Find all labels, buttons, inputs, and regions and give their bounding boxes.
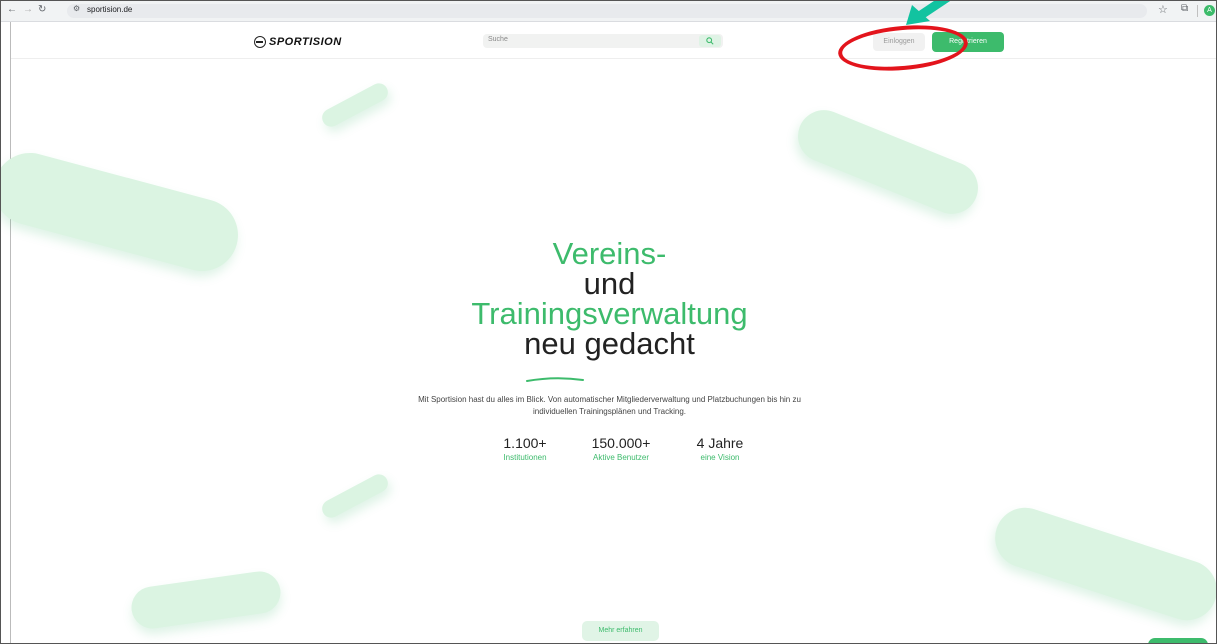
stat-value: 4 Jahre bbox=[696, 435, 744, 451]
hero-word-neu: neu bbox=[524, 326, 576, 361]
stat-institutions: 1.100+ Institutionen bbox=[487, 435, 563, 462]
decorative-pill bbox=[318, 471, 392, 521]
browser-toolbar: ← → ↻ ⚙ sportision.de ☆ ⧉ A bbox=[1, 1, 1216, 22]
decorative-pill bbox=[128, 568, 284, 632]
search-input[interactable]: Suche bbox=[488, 36, 508, 43]
decorative-pill bbox=[790, 102, 986, 222]
address-bar-url[interactable]: sportision.de bbox=[87, 5, 132, 14]
decorative-pill bbox=[318, 80, 392, 130]
search-button[interactable] bbox=[699, 35, 721, 47]
floating-action-button[interactable] bbox=[1148, 638, 1208, 643]
back-arrow-icon[interactable]: ← bbox=[7, 4, 17, 15]
stat-value: 150.000+ bbox=[591, 435, 651, 451]
site-logo[interactable]: SPORTISION bbox=[254, 36, 342, 48]
reload-icon[interactable]: ↻ bbox=[38, 4, 46, 15]
learn-more-button[interactable]: Mehr erfahren bbox=[582, 621, 659, 641]
search-bar[interactable]: Suche bbox=[483, 34, 723, 48]
search-icon bbox=[706, 37, 714, 45]
description-line-1: Mit Sportision hast du alles im Blick. V… bbox=[418, 395, 801, 404]
stat-active-users: 150.000+ Aktive Benutzer bbox=[573, 435, 669, 462]
bookmark-star-icon[interactable]: ☆ bbox=[1158, 3, 1168, 16]
site-settings-icon[interactable]: ⚙ bbox=[73, 4, 80, 13]
extensions-icon[interactable]: ⧉ bbox=[1181, 3, 1188, 14]
forward-arrow-icon[interactable]: → bbox=[23, 4, 33, 15]
hero-line-1: Vereins- bbox=[552, 236, 667, 271]
stat-label: Institutionen bbox=[503, 453, 547, 462]
stat-label: eine Vision bbox=[700, 453, 740, 462]
stat-value: 1.100+ bbox=[503, 435, 547, 451]
hero-description: Mit Sportision hast du alles im Blick. V… bbox=[1, 394, 1216, 418]
browser-window: ← → ↻ ⚙ sportision.de ☆ ⧉ A SPORTISION S… bbox=[0, 0, 1217, 644]
annotation-arrow-icon bbox=[906, 1, 951, 25]
address-bar[interactable] bbox=[67, 4, 1147, 18]
decorative-pill bbox=[987, 499, 1216, 629]
hero-heading: Vereins- und Trainingsverwaltung neu ged… bbox=[1, 236, 1216, 361]
hero-line-2: und bbox=[583, 266, 636, 301]
underline-swoosh bbox=[526, 377, 584, 382]
profile-avatar[interactable]: A bbox=[1204, 5, 1215, 16]
logo-mark-icon bbox=[254, 36, 266, 48]
logo-text: SPORTISION bbox=[269, 36, 342, 48]
hero-line-3: Trainingsverwaltung bbox=[471, 296, 748, 331]
stat-years: 4 Jahre eine Vision bbox=[681, 435, 759, 462]
hero-word-gedacht: gedacht bbox=[584, 326, 695, 361]
hero-line-4: neu gedacht bbox=[1, 326, 1216, 361]
description-line-2: individuellen Trainingsplänen und Tracki… bbox=[533, 407, 686, 416]
toolbar-divider bbox=[1197, 5, 1198, 17]
stat-label: Aktive Benutzer bbox=[592, 453, 650, 462]
